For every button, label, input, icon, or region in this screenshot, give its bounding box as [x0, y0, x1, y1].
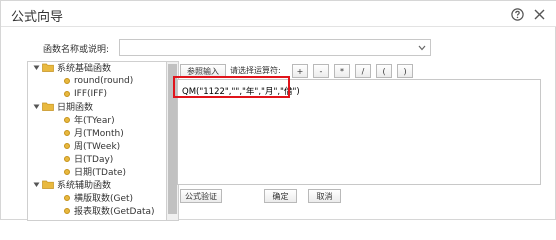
tree-item-label: 月(TMonth) — [74, 129, 124, 139]
tree-folder[interactable]: 系统基础函数 — [32, 62, 112, 74]
operator-label: 请选择运算符: — [230, 66, 281, 75]
tree-item-label: 报表取数(GetData) — [74, 207, 155, 217]
tree-folder-label: 系统辅助函数 — [57, 181, 112, 191]
operator-minus-button[interactable]: - — [313, 64, 329, 78]
operator-multiply-button[interactable]: * — [334, 64, 350, 78]
tree-item[interactable]: IFF(IFF) — [64, 87, 107, 100]
function-tree: 系统基础函数 round(round) IFF(IFF) 日期函数 年(TYea… — [27, 61, 166, 221]
collapse-icon[interactable] — [32, 64, 40, 72]
tree-item-label: 日期(TDate) — [74, 168, 127, 178]
dialog-titlebar: 公式向导 — [1, 1, 556, 27]
folder-icon — [42, 63, 54, 72]
tree-item[interactable]: 日(TDay) — [64, 152, 113, 165]
folder-icon — [42, 180, 54, 189]
collapse-icon[interactable] — [32, 181, 40, 189]
tree-folder[interactable]: 系统辅助函数 — [32, 178, 111, 191]
help-icon[interactable] — [509, 6, 525, 22]
operator-divide-button[interactable]: / — [355, 64, 371, 78]
operator-open-paren-button[interactable]: ( — [376, 64, 392, 78]
search-label: 函数名称或说明: — [43, 45, 110, 55]
tree-item-label: round(round) — [74, 75, 134, 86]
dialog-title: 公式向导 — [11, 10, 64, 25]
cancel-button[interactable]: 取消 — [308, 189, 341, 203]
tree-item[interactable]: 年(TYear) — [64, 113, 115, 126]
formula-highlight-box — [173, 76, 290, 98]
tree-folder-label: 系统基础函数 — [57, 64, 112, 74]
close-icon[interactable] — [531, 6, 547, 22]
tree-item[interactable]: 周(TWeek) — [64, 139, 120, 152]
folder-icon — [42, 102, 54, 111]
function-dot-icon — [64, 77, 70, 84]
chevron-down-icon — [418, 44, 426, 54]
function-dot-icon — [64, 168, 70, 175]
tree-item[interactable]: 月(TMonth) — [64, 126, 124, 139]
tree-item[interactable]: 报表取数(GetData) — [64, 204, 155, 217]
formula-wizard-dialog: 公式向导 函数名称或说明: 系统基础函数 round(round) IFF(IF… — [0, 0, 556, 221]
function-dot-icon — [64, 194, 70, 201]
function-dot-icon — [64, 207, 70, 214]
function-search-select[interactable] — [119, 39, 431, 56]
tree-item[interactable]: round(round) — [64, 74, 133, 87]
tree-item-label: 周(TWeek) — [74, 142, 121, 152]
operator-close-paren-button[interactable]: ) — [397, 64, 413, 78]
ok-button[interactable]: 确定 — [264, 189, 297, 203]
tree-item-label: 日(TDay) — [74, 155, 114, 165]
operator-plus-button[interactable]: + — [292, 64, 308, 78]
function-dot-icon — [64, 129, 70, 136]
tree-item-label: IFF(IFF) — [74, 88, 108, 99]
function-dot-icon — [64, 116, 70, 123]
tree-item-label: 横版取数(Get) — [74, 194, 134, 204]
tree-folder-label: 日期函数 — [57, 103, 94, 113]
function-dot-icon — [64, 90, 70, 97]
function-dot-icon — [64, 142, 70, 149]
collapse-icon[interactable] — [32, 103, 40, 111]
tree-item[interactable]: 横版取数(Get) — [64, 191, 133, 204]
tree-item-label: 年(TYear) — [74, 116, 115, 126]
tree-folder[interactable]: 日期函数 — [32, 100, 93, 113]
function-dot-icon — [64, 155, 70, 162]
validate-formula-button[interactable]: 公式验证 — [180, 189, 222, 203]
tree-item[interactable]: 日期(TDate) — [64, 165, 126, 178]
